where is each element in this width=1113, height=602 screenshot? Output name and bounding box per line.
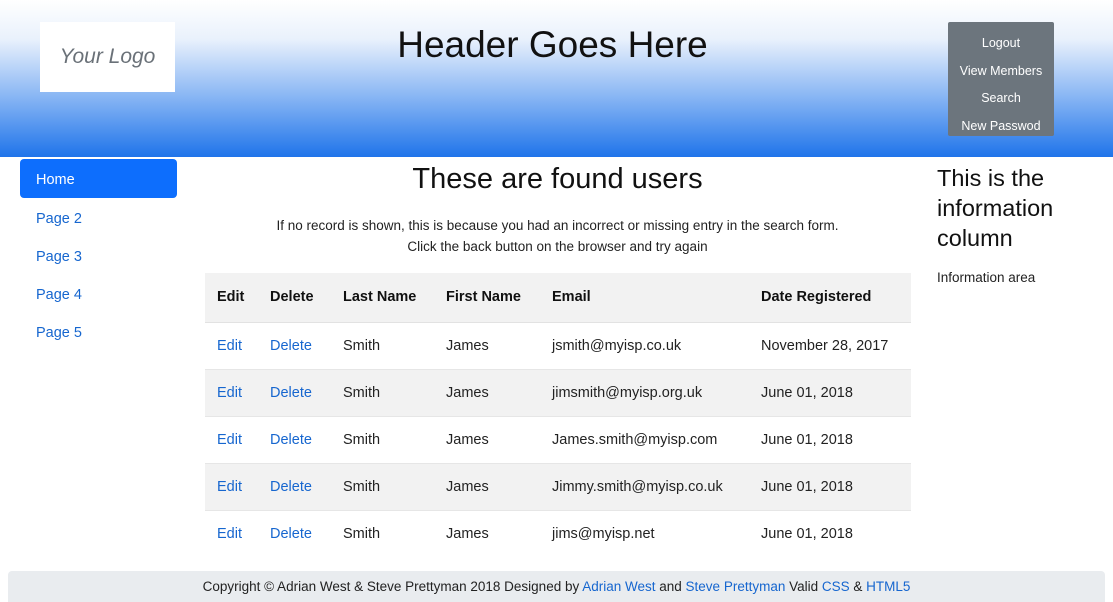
- first-name-cell: James: [434, 369, 540, 417]
- new-password-link[interactable]: New Passwod: [948, 113, 1054, 141]
- footer-author-link-2[interactable]: Steve Prettyman: [686, 579, 786, 594]
- column-header-delete: Delete: [258, 273, 331, 323]
- sidebar-item-home[interactable]: Home: [20, 159, 177, 198]
- last-name-cell: Smith: [331, 322, 434, 370]
- delete-link[interactable]: Delete: [270, 479, 312, 495]
- column-header-edit: Edit: [205, 273, 258, 323]
- sidebar-item-page-4[interactable]: Page 4: [20, 274, 177, 312]
- footer-amp: &: [849, 579, 867, 594]
- last-name-cell: Smith: [331, 416, 434, 464]
- table-row: Edit Delete Smith James James.smith@myis…: [205, 416, 911, 464]
- info-area: Information area: [937, 270, 1036, 285]
- date-registered-cell: June 01, 2018: [749, 369, 911, 417]
- table-row: Edit Delete Smith James Jimmy.smith@myis…: [205, 463, 911, 511]
- sidebar-item-page-2[interactable]: Page 2: [20, 198, 177, 236]
- first-name-cell: James: [434, 416, 540, 464]
- edit-cell: Edit: [205, 416, 258, 464]
- edit-cell: Edit: [205, 369, 258, 417]
- page-header: Your Logo Header Goes Here Logout View M…: [0, 0, 1113, 157]
- first-name-cell: James: [446, 525, 489, 542]
- sidebar-item-page-3[interactable]: Page 3: [20, 236, 177, 274]
- date-registered-cell: November 28, 2017: [749, 322, 911, 370]
- email-cell: James.smith@myisp.com: [540, 416, 749, 464]
- email-cell: jims@myisp.net: [552, 525, 655, 542]
- column-header-first-name: First Name: [434, 273, 540, 323]
- email-cell: jimsmith@myisp.org.uk: [540, 369, 749, 417]
- header-title: Header Goes Here: [397, 24, 708, 65]
- footer-valid: Valid: [785, 579, 822, 594]
- delete-cell: Delete: [258, 463, 331, 511]
- sidebar-item-page-5[interactable]: Page 5: [20, 312, 177, 350]
- page-title: These are found users: [412, 163, 703, 195]
- date-registered-cell: June 01, 2018: [749, 416, 911, 464]
- table-row: Edit Delete Smith James jimsmith@myisp.o…: [205, 369, 911, 417]
- first-name-cell: James: [434, 463, 540, 511]
- sidebar-nav: Home Page 2 Page 3 Page 4 Page 5: [20, 159, 177, 350]
- footer-and: and: [655, 579, 686, 594]
- logo[interactable]: Your Logo: [40, 22, 175, 92]
- delete-link[interactable]: Delete: [270, 526, 312, 542]
- email-cell: Jimmy.smith@myisp.co.uk: [540, 463, 749, 511]
- edit-cell: Edit: [205, 510, 258, 557]
- edit-link[interactable]: Edit: [217, 338, 242, 354]
- search-note: If no record is shown, this is because y…: [205, 215, 910, 257]
- note-line-2: Click the back button on the browser and…: [407, 239, 708, 254]
- last-name-cell: Smith: [331, 369, 434, 417]
- last-name-cell: Smith: [343, 525, 381, 542]
- email-cell: jsmith@myisp.co.uk: [540, 322, 749, 370]
- delete-cell: Delete: [258, 369, 331, 417]
- users-table: Edit Delete Last Name First Name Email D…: [205, 273, 911, 557]
- note-line-1: If no record is shown, this is because y…: [276, 218, 839, 233]
- first-name-cell: James: [434, 322, 540, 370]
- edit-link[interactable]: Edit: [217, 432, 242, 448]
- footer-copyright: Copyright © Adrian West & Steve Prettyma…: [202, 579, 583, 594]
- top-nav-menu: Logout View Members Search New Passwod: [948, 22, 1054, 136]
- footer-author-link-1[interactable]: Adrian West: [582, 579, 655, 594]
- edit-cell: Edit: [205, 463, 258, 511]
- delete-link[interactable]: Delete: [270, 385, 312, 401]
- edit-link[interactable]: Edit: [217, 385, 242, 401]
- edit-cell: Edit: [205, 322, 258, 370]
- search-link[interactable]: Search: [948, 85, 1054, 113]
- delete-link[interactable]: Delete: [270, 338, 312, 354]
- logout-link[interactable]: Logout: [948, 30, 1054, 58]
- delete-link[interactable]: Delete: [270, 432, 312, 448]
- table-row: Edit Delete Smith James jims@myisp.net J…: [205, 510, 911, 557]
- info-column-title: This is the information column: [937, 165, 1054, 251]
- edit-link[interactable]: Edit: [217, 479, 242, 495]
- view-members-link[interactable]: View Members: [948, 58, 1054, 86]
- delete-cell: Delete: [258, 416, 331, 464]
- page-footer: Copyright © Adrian West & Steve Prettyma…: [8, 571, 1105, 602]
- footer-css-link[interactable]: CSS: [822, 579, 850, 594]
- footer-html5-link[interactable]: HTML5: [866, 579, 910, 594]
- column-header-last-name: Last Name: [331, 273, 434, 323]
- column-header-email: Email: [540, 273, 749, 323]
- delete-cell: Delete: [258, 322, 331, 370]
- date-registered-cell: June 01, 2018: [761, 525, 853, 542]
- table-header-row: Edit Delete Last Name First Name Email D…: [205, 273, 911, 323]
- table-row: Edit Delete Smith James jsmith@myisp.co.…: [205, 322, 911, 370]
- column-header-date-registered: Date Registered: [749, 273, 911, 323]
- edit-link[interactable]: Edit: [217, 526, 242, 542]
- date-registered-cell: June 01, 2018: [749, 463, 911, 511]
- delete-cell: Delete: [258, 510, 331, 557]
- last-name-cell: Smith: [331, 463, 434, 511]
